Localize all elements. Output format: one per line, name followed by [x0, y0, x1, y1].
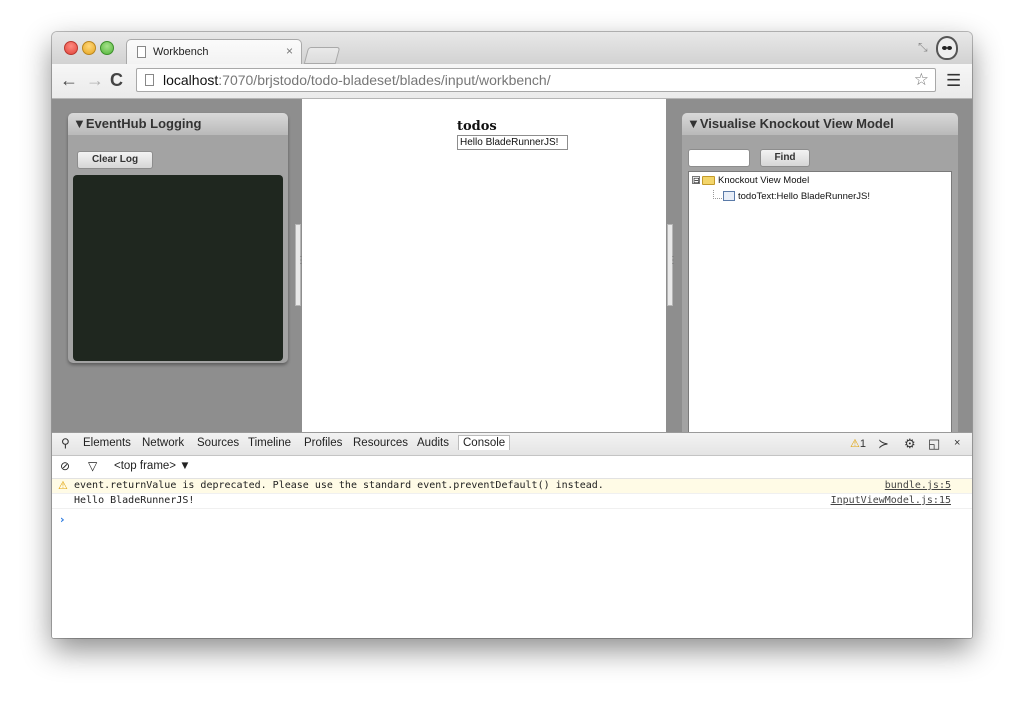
tab-close-icon[interactable]: × — [286, 44, 293, 58]
workbench-app-area: todos — [302, 99, 666, 432]
panel-title[interactable]: ▼Visualise Knockout View Model — [682, 113, 958, 135]
devtools-tab-bar: ⚲ Elements Network Sources Timeline Prof… — [52, 433, 972, 456]
log-output[interactable] — [73, 175, 283, 361]
address-bar[interactable]: localhost:7070/brjstodo/todo-bladeset/bl… — [136, 68, 936, 92]
warning-counter[interactable]: ⚠1 — [850, 437, 866, 450]
bookmark-star-icon[interactable]: ☆ — [914, 70, 929, 90]
minimize-window-icon[interactable] — [82, 41, 96, 55]
dock-icon[interactable]: ◱ — [928, 436, 940, 452]
tree-root-label: Knockout View Model — [718, 175, 810, 186]
console-toolbar: ⊘ ▽ <top frame> ▼ — [52, 456, 972, 479]
new-tab-button[interactable] — [303, 47, 341, 64]
menu-icon[interactable]: ☰ — [946, 71, 961, 91]
right-splitter-handle[interactable] — [667, 224, 678, 306]
property-icon — [723, 191, 735, 202]
filter-icon[interactable]: ▽ — [88, 459, 97, 473]
tab-strip: Workbench × ⤡ — [52, 32, 972, 65]
tab-timeline[interactable]: Timeline — [248, 437, 291, 449]
reload-icon[interactable]: C — [110, 70, 123, 90]
find-input[interactable] — [688, 149, 750, 167]
forward-arrow-icon[interactable]: → — [86, 70, 104, 90]
tab-audits[interactable]: Audits — [417, 437, 449, 449]
todos-heading: todos — [457, 119, 497, 134]
browser-toolbar: ← → C localhost:7070/brjstodo/todo-blade… — [52, 64, 972, 99]
console-message: Hello BladeRunnerJS! — [74, 495, 195, 506]
find-button[interactable]: Find — [760, 149, 810, 167]
console-prompt[interactable]: › — [60, 513, 65, 526]
back-arrow-icon[interactable]: ← — [60, 70, 78, 90]
browser-window: Workbench × ⤡ ← → C localhost:7070/brjst… — [52, 32, 972, 638]
console-message: event.returnValue is deprecated. Please … — [74, 480, 604, 491]
todo-input[interactable] — [457, 135, 568, 150]
page-icon — [137, 46, 146, 58]
tree-child-label: todoText:Hello BladeRunnerJS! — [738, 191, 871, 202]
search-icon[interactable]: ⚲ — [61, 436, 70, 450]
left-splitter-handle[interactable] — [295, 224, 306, 306]
console-line: ⚠ event.returnValue is deprecated. Pleas… — [52, 479, 972, 494]
tab-elements[interactable]: Elements — [83, 437, 131, 449]
browser-tab[interactable]: Workbench × — [126, 39, 302, 65]
warning-count: 1 — [859, 438, 866, 450]
console-source-link[interactable]: bundle.js:5 — [885, 479, 951, 493]
knockout-viewmodel-panel: ▼Visualise Knockout View Model Find ⊟ Kno… — [682, 113, 958, 432]
fullscreen-icon[interactable]: ⤡ — [918, 40, 928, 55]
gear-icon[interactable]: ⚙ — [904, 436, 916, 452]
viewmodel-tree: ⊟ Knockout View Model todoText:Hello Blad… — [688, 171, 952, 432]
tree-root-node[interactable]: ⊟ Knockout View Model — [692, 175, 809, 186]
folder-icon — [702, 175, 715, 185]
close-window-icon[interactable] — [64, 41, 78, 55]
tab-profiles[interactable]: Profiles — [304, 437, 342, 449]
tree-connector — [713, 190, 722, 199]
warning-icon: ⚠ — [58, 479, 68, 492]
eventhub-logging-panel: ▼EventHub Logging Clear Log — [68, 113, 288, 363]
tab-resources[interactable]: Resources — [353, 437, 408, 449]
tab-sources[interactable]: Sources — [197, 437, 239, 449]
tab-network[interactable]: Network — [142, 437, 184, 449]
tree-child-node[interactable]: todoText:Hello BladeRunnerJS! — [723, 191, 870, 202]
clear-console-icon[interactable]: ⊘ — [60, 459, 70, 473]
panel-title[interactable]: ▼EventHub Logging — [68, 113, 288, 135]
devtools-panel: ⚲ Elements Network Sources Timeline Prof… — [52, 432, 972, 638]
collapse-icon[interactable]: ⊟ — [692, 176, 700, 185]
clear-log-button[interactable]: Clear Log — [77, 151, 153, 169]
console-output: ⚠ event.returnValue is deprecated. Pleas… — [52, 479, 972, 526]
console-source-link[interactable]: InputViewModel.js:15 — [831, 494, 951, 508]
user-profile-icon[interactable] — [936, 36, 958, 60]
console-drawer-icon[interactable]: ≻ — [878, 436, 889, 452]
tab-title: Workbench — [153, 46, 209, 58]
tab-console[interactable]: Console — [458, 435, 511, 450]
close-icon[interactable]: × — [954, 437, 960, 449]
page-icon — [145, 74, 154, 86]
url-text[interactable]: localhost:7070/brjstodo/todo-bladeset/bl… — [163, 72, 551, 88]
console-line: Hello BladeRunnerJS! InputViewModel.js:1… — [52, 494, 972, 509]
zoom-window-icon[interactable] — [100, 41, 114, 55]
frame-selector[interactable]: <top frame> ▼ — [114, 460, 191, 472]
page-content: ▼EventHub Logging Clear Log todos ▼Visua… — [52, 99, 972, 432]
